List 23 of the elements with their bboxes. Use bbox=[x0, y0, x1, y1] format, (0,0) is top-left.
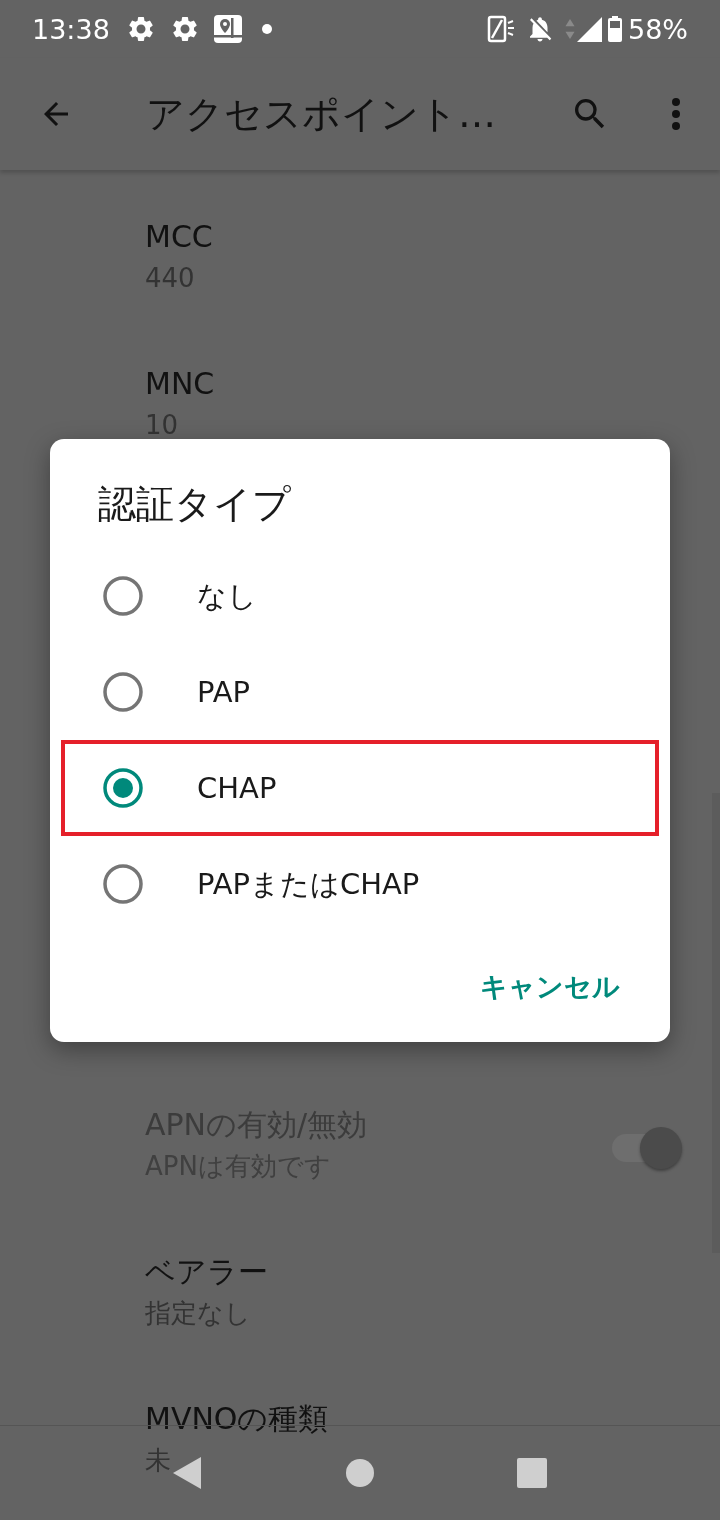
dot-icon bbox=[261, 24, 272, 34]
setting-title: MNC bbox=[145, 365, 215, 403]
status-time: 13:38 bbox=[32, 15, 110, 43]
signal-icon bbox=[577, 16, 602, 42]
phone-rays-icon bbox=[487, 15, 515, 43]
cancel-button[interactable]: キャンセル bbox=[468, 959, 632, 1015]
radio-option[interactable]: PAPまたはCHAP bbox=[61, 836, 659, 932]
radio-option[interactable]: なし bbox=[61, 548, 659, 644]
battery-icon bbox=[608, 16, 622, 42]
radio-option[interactable]: PAP bbox=[61, 644, 659, 740]
more-options-icon bbox=[672, 98, 680, 130]
setting-title: MVNOの種類 bbox=[145, 1400, 329, 1438]
back-icon[interactable] bbox=[173, 1457, 201, 1489]
up-down-arrows-icon bbox=[565, 19, 575, 39]
toolbar-title: アクセスポイント… bbox=[146, 91, 496, 138]
radio-option[interactable]: CHAP bbox=[61, 740, 659, 836]
setting-title: MCC bbox=[145, 218, 213, 256]
dialog-title: 認証タイプ bbox=[98, 482, 291, 526]
home-icon[interactable] bbox=[346, 1459, 374, 1487]
setting-title: ベアラー bbox=[145, 1253, 268, 1291]
map-pin-tile-icon bbox=[213, 15, 242, 43]
switch-thumb bbox=[640, 1127, 682, 1169]
battery-percent: 58% bbox=[628, 15, 688, 43]
